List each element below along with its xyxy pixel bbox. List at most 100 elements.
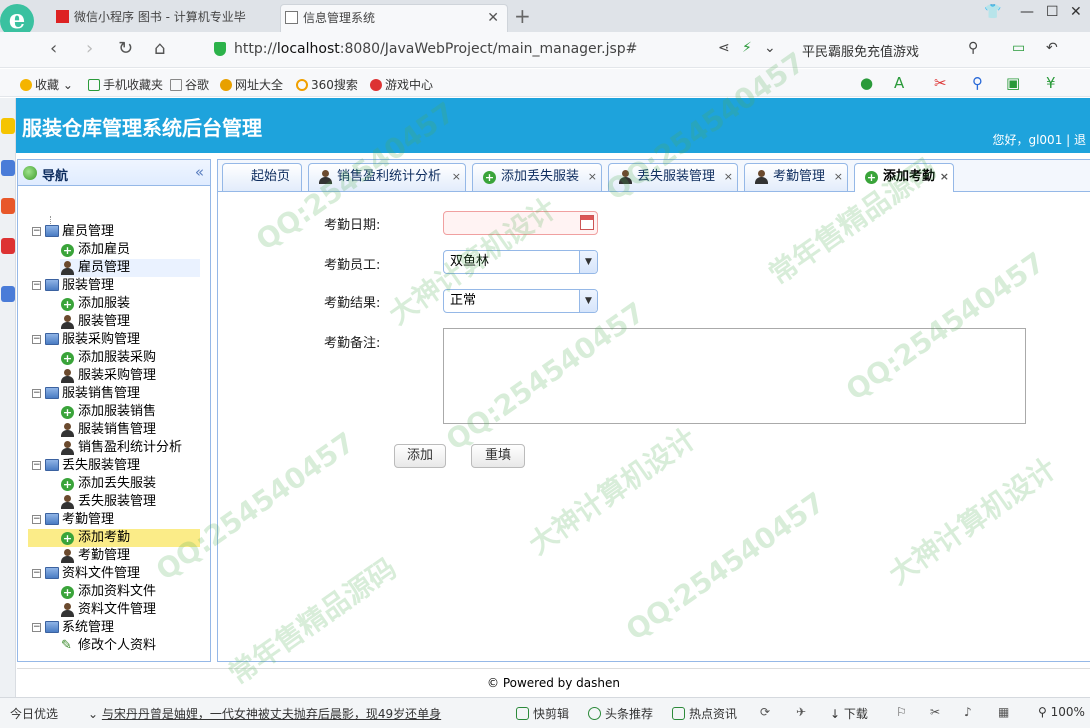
tab-close-icon[interactable]: × — [724, 164, 733, 190]
attendance-employee-select[interactable]: 双鱼林 ▼ — [443, 250, 598, 274]
bookmark-directory[interactable]: 网址大全 — [220, 76, 283, 93]
tab-manage-lost[interactable]: 丢失服装管理 × — [608, 163, 738, 191]
tab-close-icon[interactable]: × — [834, 164, 843, 190]
undo-icon[interactable]: ↶ — [1046, 40, 1058, 56]
tree-item-manage-clothing[interactable]: 服装管理 — [60, 313, 130, 331]
attendance-date-input[interactable] — [443, 211, 598, 235]
battery-icon[interactable]: ▭ — [1012, 40, 1025, 56]
tree-group-documents[interactable]: − 资料文件管理 — [32, 565, 140, 583]
attendance-result-select[interactable]: 正常 ▼ — [443, 289, 598, 313]
headline-recommend[interactable]: 头条推荐 — [588, 705, 653, 722]
flag-icon[interactable]: ⚐ — [896, 705, 907, 719]
expander-icon[interactable]: − — [32, 461, 41, 470]
rail-star-icon[interactable] — [1, 118, 15, 134]
expander-icon[interactable]: − — [32, 335, 41, 344]
chevron-down-icon[interactable]: ▼ — [579, 251, 597, 273]
back-icon[interactable]: ‹ — [50, 38, 57, 59]
tree-item-add-sales[interactable]: + 添加服装销售 — [60, 403, 156, 421]
news-ticker[interactable]: ⌄ 与宋丹丹曾是妯娌，一代女神被丈夫抛弃后晨影，现49岁还单身 — [88, 705, 441, 722]
tree-group-purchase[interactable]: − 服装采购管理 — [32, 331, 140, 349]
expander-icon[interactable]: − — [32, 389, 41, 398]
address-bar[interactable]: http://localhost:8080/JavaWebProject/mai… — [206, 37, 780, 63]
share-icon[interactable]: ⋖ — [718, 40, 730, 56]
tree-item-add-purchase[interactable]: + 添加服装采购 — [60, 349, 156, 367]
download-button[interactable]: ↓ 下载 — [830, 705, 868, 722]
tree-item-add-employee[interactable]: + 添加雇员 — [60, 241, 130, 259]
rail-shop-icon[interactable] — [1, 198, 15, 214]
hot-news[interactable]: 热点资讯 — [672, 705, 737, 722]
browser-tab-active[interactable]: 信息管理系统 ✕ — [280, 4, 508, 32]
bookmark-mobile[interactable]: 手机收藏夹 — [88, 76, 163, 93]
translate-icon[interactable]: A — [894, 74, 904, 92]
tab-home[interactable]: 起始页 — [222, 163, 302, 191]
tab-close-icon[interactable]: × — [588, 164, 597, 190]
tree-item-add-clothing[interactable]: + 添加服装 — [60, 295, 130, 313]
browser-tab-wechat[interactable]: 微信小程序 图书 - 计算机专业毕 — [52, 4, 276, 32]
shirt-icon[interactable]: 👕 — [984, 4, 1001, 20]
tree-item-profit-analysis[interactable]: 销售盈利统计分析 — [60, 439, 182, 457]
tree-item-manage-lost[interactable]: 丢失服装管理 — [60, 493, 156, 511]
lightning-icon[interactable]: ⚡ — [742, 40, 752, 56]
close-window-icon[interactable]: ✕ — [1070, 4, 1082, 20]
forward-icon[interactable]: › — [86, 38, 93, 59]
rail-app-icon[interactable] — [1, 160, 15, 176]
speaker-icon[interactable]: ♪ — [964, 705, 972, 719]
expander-icon[interactable]: − — [32, 281, 41, 290]
new-tab-button[interactable]: + — [514, 4, 531, 28]
attendance-note-textarea[interactable] — [443, 328, 1026, 424]
scissors-icon[interactable]: ✂ — [934, 74, 947, 92]
tab-close-icon[interactable]: × — [452, 164, 461, 190]
refresh-status-icon[interactable]: ⟳ — [760, 705, 770, 719]
chevron-down-icon[interactable]: ⌄ — [764, 40, 776, 56]
quick-edit[interactable]: 快剪辑 — [516, 705, 569, 722]
rail-news-icon[interactable] — [1, 238, 15, 254]
tree-item-add-lost[interactable]: + 添加丢失服装 — [60, 475, 156, 493]
bookmark-favorites[interactable]: 收藏 ⌄ — [20, 76, 73, 93]
maximize-icon[interactable]: ☐ — [1046, 4, 1059, 20]
tree-group-employee[interactable]: − 雇员管理 — [32, 223, 114, 241]
yen-icon[interactable]: ¥ — [1046, 74, 1056, 92]
rail-tool-icon[interactable] — [1, 286, 15, 302]
zoom-level[interactable]: ⚲ 100% — [1038, 705, 1085, 719]
chevron-down-icon[interactable]: ▼ — [579, 290, 597, 312]
collapse-icon[interactable]: « — [195, 163, 204, 181]
home-icon[interactable]: ⌂ — [154, 38, 165, 59]
tab-add-lost[interactable]: + 添加丢失服装 × — [472, 163, 602, 191]
reset-button[interactable]: 重填 — [471, 444, 525, 468]
tree-item-manage-sales[interactable]: 服装销售管理 — [60, 421, 156, 439]
tree-group-attendance[interactable]: − 考勤管理 — [32, 511, 114, 529]
user-greeting[interactable]: 您好，gl001 | 退 — [992, 131, 1086, 148]
screenshot-icon[interactable]: ✂ — [930, 705, 940, 719]
tree-group-lost[interactable]: − 丢失服装管理 — [32, 457, 140, 475]
layout-icon[interactable]: ▦ — [998, 705, 1009, 719]
expander-icon[interactable]: − — [32, 515, 41, 524]
magnifier-icon[interactable]: ⚲ — [972, 74, 983, 92]
calendar-icon[interactable] — [580, 215, 594, 230]
tab-add-attendance[interactable]: + 添加考勤 × — [854, 163, 954, 192]
tree-item-add-attendance[interactable]: + 添加考勤 — [28, 529, 200, 547]
tree-item-manage-employee[interactable]: 雇员管理 — [60, 259, 200, 277]
tree-item-add-document[interactable]: + 添加资料文件 — [60, 583, 156, 601]
plane-icon[interactable]: ✈ — [796, 705, 806, 719]
tree-item-manage-purchase[interactable]: 服装采购管理 — [60, 367, 156, 385]
bookmark-google[interactable]: 谷歌 — [170, 76, 209, 93]
tree-item-manage-document[interactable]: 资料文件管理 — [60, 601, 156, 619]
add-button[interactable]: 添加 — [394, 444, 446, 468]
refresh-icon[interactable]: ↻ — [118, 38, 133, 59]
tree-item-edit-profile[interactable]: ✎ 修改个人资料 — [60, 637, 156, 655]
expander-icon[interactable]: − — [32, 569, 41, 578]
minimize-icon[interactable]: — — [1020, 4, 1034, 20]
tree-group-sales[interactable]: − 服装销售管理 — [32, 385, 140, 403]
gamepad-icon[interactable]: ▣ — [1006, 74, 1020, 92]
search-hint[interactable]: 平民霸服免充值游戏 — [802, 41, 919, 60]
tab-close-icon[interactable]: × — [940, 164, 949, 190]
bookmark-games[interactable]: 游戏中心 — [370, 76, 433, 93]
bookmark-360[interactable]: 360搜索 — [296, 76, 358, 93]
tab-close-icon[interactable]: ✕ — [487, 5, 499, 31]
tab-profit-analysis[interactable]: 销售盈利统计分析 × — [308, 163, 466, 191]
search-icon[interactable]: ⚲ — [968, 40, 978, 56]
today-picks[interactable]: 今日优选 — [10, 705, 58, 722]
chat-icon[interactable]: ● — [860, 74, 873, 92]
tree-group-clothing[interactable]: − 服装管理 — [32, 277, 114, 295]
tab-manage-attendance[interactable]: 考勤管理 × — [744, 163, 848, 191]
